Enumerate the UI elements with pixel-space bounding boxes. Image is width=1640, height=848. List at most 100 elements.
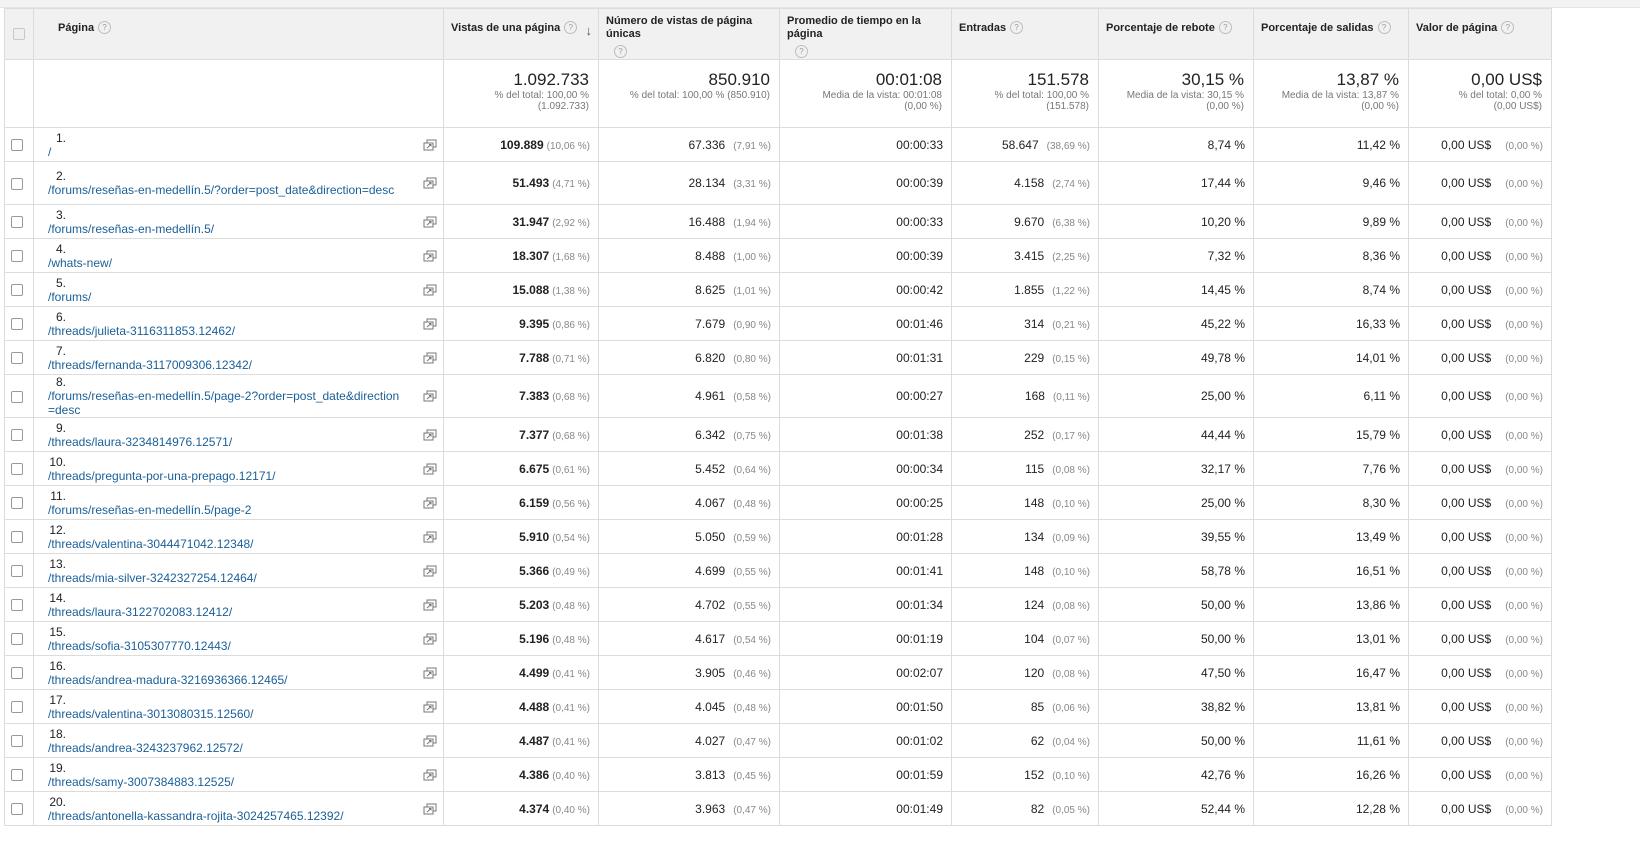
row-checkbox[interactable]: [11, 531, 23, 544]
row-checkbox[interactable]: [11, 701, 23, 714]
row-checkbox[interactable]: [11, 250, 23, 263]
total-sub: Media de la vista: 13,87 %: [1281, 90, 1399, 101]
open-in-new-window-icon[interactable]: [423, 284, 437, 296]
entrances-cell: 120 (0,08 %): [951, 655, 1099, 690]
page-link[interactable]: /threads/valentina-3044471042.12348/: [48, 537, 400, 551]
row-trailing-cell: [1552, 341, 1625, 375]
avg-time-value: 00:00:27: [896, 389, 943, 403]
open-in-new-window-icon[interactable]: [423, 318, 437, 330]
row-checkbox[interactable]: [11, 177, 23, 190]
open-in-new-window-icon[interactable]: [423, 463, 437, 475]
table-row: 13./threads/mia-silver-3242327254.12464/…: [4, 553, 1625, 588]
entrances-cell: 4.158 (2,74 %): [951, 161, 1099, 205]
row-trailing-cell: [1552, 418, 1625, 452]
col-avg-time[interactable]: Promedio de tiempo en la página?: [779, 8, 952, 60]
col-unique-pageviews[interactable]: Número de vistas de página únicas?: [598, 8, 780, 60]
page-link[interactable]: /threads/laura-3122702083.12412/: [48, 605, 400, 619]
open-in-new-window-icon[interactable]: [423, 565, 437, 577]
row-checkbox[interactable]: [11, 667, 23, 680]
help-icon[interactable]: ?: [1377, 21, 1391, 34]
page-link[interactable]: /threads/julieta-3116311853.12462/: [48, 324, 400, 338]
open-in-new-window-icon[interactable]: [423, 177, 437, 189]
row-checkbox[interactable]: [11, 803, 23, 816]
page-link[interactable]: /: [48, 145, 400, 159]
help-icon[interactable]: ?: [1010, 21, 1024, 34]
row-trailing-cell: [1552, 588, 1625, 622]
page-link[interactable]: /threads/andrea-3243237962.12572/: [48, 741, 400, 755]
page-link[interactable]: /forums/: [48, 290, 400, 304]
col-pageviews[interactable]: Vistas de una página? ↓: [443, 8, 599, 60]
unique-pageviews-cell: 4.027 (0,47 %): [598, 723, 780, 758]
open-in-new-window-icon[interactable]: [423, 633, 437, 645]
page-link[interactable]: /threads/fernanda-3117009306.12342/: [48, 358, 400, 372]
avg-time-value: 00:00:33: [896, 137, 943, 152]
pageviews-cell: 5.366 (0,49 %): [443, 553, 599, 588]
exit-rate-value: 6,11 %: [1363, 389, 1400, 403]
help-icon[interactable]: ?: [1501, 21, 1515, 34]
row-checkbox[interactable]: [11, 429, 23, 442]
page-link[interactable]: /forums/reseñas-en-medellín.5/: [48, 222, 400, 236]
page-link[interactable]: /forums/reseñas-en-medellín.5/page-2: [48, 503, 400, 517]
col-exit-rate[interactable]: Porcentaje de salidas?: [1253, 8, 1409, 60]
open-in-new-window-icon[interactable]: [423, 735, 437, 747]
open-in-new-window-icon[interactable]: [423, 701, 437, 713]
row-checkbox[interactable]: [11, 390, 23, 403]
page-link[interactable]: /threads/antonella-kassandra-rojita-3024…: [48, 809, 400, 823]
col-page[interactable]: Página?: [33, 8, 444, 60]
open-in-new-window-icon[interactable]: [423, 497, 437, 509]
col-page-value[interactable]: Valor de página?: [1408, 8, 1552, 60]
open-in-new-window-icon[interactable]: [423, 599, 437, 611]
row-checkbox[interactable]: [11, 352, 23, 365]
open-in-new-window-icon[interactable]: [423, 352, 437, 364]
page-link[interactable]: /threads/mia-silver-3242327254.12464/: [48, 571, 400, 585]
row-checkbox[interactable]: [11, 318, 23, 331]
page-link[interactable]: /threads/andrea-madura-3216936366.12465/: [48, 673, 400, 687]
col-page-label: Página: [58, 22, 95, 34]
page-link[interactable]: /threads/samy-3007384883.12525/: [48, 775, 400, 789]
row-checkbox[interactable]: [11, 284, 23, 297]
page-link[interactable]: /threads/laura-3234814976.12571/: [48, 435, 400, 449]
entrances-pct: (0,08 %): [1052, 464, 1090, 476]
help-icon[interactable]: ?: [795, 45, 808, 58]
open-in-new-window-icon[interactable]: [423, 429, 437, 441]
page-link[interactable]: /threads/sofia-3105307770.12443/: [48, 639, 400, 653]
pageviews-pct: (0,61 %): [552, 464, 590, 476]
row-index: 9.: [55, 420, 66, 435]
page-link[interactable]: /threads/valentina-3013080315.12560/: [48, 707, 400, 721]
open-in-new-window-icon[interactable]: [423, 769, 437, 781]
row-checkbox[interactable]: [11, 633, 23, 646]
help-icon[interactable]: ?: [564, 21, 578, 34]
row-checkbox[interactable]: [11, 463, 23, 476]
row-checkbox[interactable]: [11, 565, 23, 578]
page-link[interactable]: /forums/reseñas-en-medellín.5/page-2?ord…: [48, 389, 400, 417]
total-avg-time: 00:01:08 Media de la vista: 00:01:08 (0,…: [779, 59, 952, 128]
open-in-new-window-icon[interactable]: [423, 667, 437, 679]
open-in-new-window-icon[interactable]: [423, 250, 437, 262]
col-bounce-rate[interactable]: Porcentaje de rebote?: [1098, 8, 1254, 60]
row-checkbox[interactable]: [11, 497, 23, 510]
page-link[interactable]: /threads/pregunta-por-una-prepago.12171/: [48, 469, 400, 483]
select-all-checkbox[interactable]: [13, 27, 25, 40]
total-value: 13,87 %: [1336, 70, 1399, 89]
row-checkbox[interactable]: [11, 599, 23, 612]
row-checkbox[interactable]: [11, 769, 23, 782]
row-checkbox[interactable]: [11, 139, 23, 152]
help-icon[interactable]: ?: [98, 21, 112, 34]
exit-rate-cell: 8,74 %: [1253, 272, 1409, 307]
open-in-new-window-icon[interactable]: [423, 139, 437, 151]
exit-rate-value: 8,36 %: [1362, 248, 1400, 263]
col-entrances[interactable]: Entradas?: [951, 8, 1099, 60]
help-icon[interactable]: ?: [1218, 21, 1232, 34]
entrances-value: 314: [1024, 316, 1045, 331]
page-link[interactable]: /forums/reseñas-en-medellín.5/?order=pos…: [48, 183, 400, 197]
open-in-new-window-icon[interactable]: [423, 803, 437, 815]
sort-desc-arrow-icon[interactable]: ↓: [586, 24, 593, 37]
row-checkbox[interactable]: [11, 735, 23, 748]
avg-time-value: 00:01:49: [896, 801, 943, 816]
open-in-new-window-icon[interactable]: [423, 390, 437, 402]
help-icon[interactable]: ?: [614, 45, 627, 58]
open-in-new-window-icon[interactable]: [423, 216, 437, 228]
page-link[interactable]: /whats-new/: [48, 256, 400, 270]
open-in-new-window-icon[interactable]: [423, 531, 437, 543]
row-checkbox[interactable]: [11, 216, 23, 229]
